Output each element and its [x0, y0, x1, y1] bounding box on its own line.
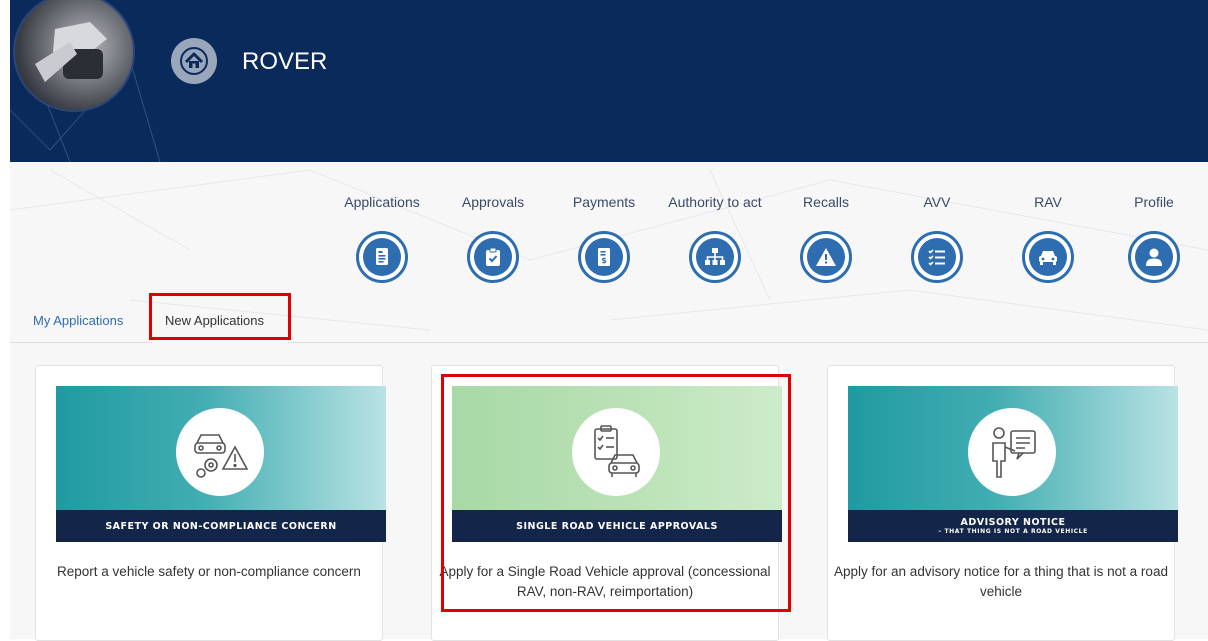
- active-tab-underline-gap: [152, 341, 288, 344]
- card-image: SAFETY OR NON-COMPLIANCE CONCERN: [56, 386, 386, 542]
- card-single-road-vehicle-approvals[interactable]: SINGLE ROAD VEHICLE APPROVALS Apply for …: [431, 365, 782, 641]
- nav-approvals[interactable]: Approvals: [443, 194, 543, 283]
- home-icon: [180, 47, 208, 75]
- user-icon: [1128, 231, 1180, 283]
- card-band: ADVISORY NOTICE – THAT THING IS NOT A RO…: [848, 510, 1178, 542]
- org-chart-icon: [689, 231, 741, 283]
- card-band: SINGLE ROAD VEHICLE APPROVALS: [452, 510, 782, 542]
- nav-avv[interactable]: AVV: [887, 194, 987, 283]
- card-description: Apply for a Single Road Vehicle approval…: [439, 564, 771, 599]
- nav-payments[interactable]: Payments $: [554, 194, 654, 283]
- car-icon: [1022, 231, 1074, 283]
- nav-label: Payments: [572, 194, 636, 210]
- checklist-car-icon: [572, 408, 660, 496]
- nav-rav[interactable]: RAV: [998, 194, 1098, 283]
- nav-label: Approvals: [461, 194, 525, 210]
- header-banner: ROVER: [10, 0, 1208, 162]
- card-advisory-notice[interactable]: ADVISORY NOTICE – THAT THING IS NOT A RO…: [827, 365, 1178, 641]
- nav-authority-to-act[interactable]: Authority to act: [665, 194, 765, 283]
- card-description: Apply for an advisory notice for a thing…: [834, 564, 1168, 599]
- nav-label: Recalls: [803, 194, 849, 210]
- presenter-icon: [968, 408, 1056, 496]
- nav-label: RAV: [1034, 194, 1062, 210]
- home-button[interactable]: [171, 38, 217, 84]
- card-title: SINGLE ROAD VEHICLE APPROVALS: [516, 520, 718, 532]
- highlight-box-new-applications: [149, 293, 291, 340]
- card-band: SAFETY OR NON-COMPLIANCE CONCERN: [56, 510, 386, 542]
- card-description: Report a vehicle safety or non-complianc…: [57, 564, 361, 579]
- nav-label: Profile: [1134, 194, 1174, 210]
- warning-icon: [800, 231, 852, 283]
- svg-text:$: $: [601, 256, 607, 265]
- nav-recalls[interactable]: Recalls: [776, 194, 876, 283]
- tab-my-applications[interactable]: My Applications: [33, 313, 123, 329]
- card-safety-concern[interactable]: SAFETY OR NON-COMPLIANCE CONCERN Report …: [35, 365, 386, 641]
- car-gears-warning-icon: [176, 408, 264, 496]
- clipboard-check-icon: [467, 231, 519, 283]
- nav-profile[interactable]: Profile: [1104, 194, 1204, 283]
- nav-label: Authority to act: [668, 194, 762, 210]
- card-image: SINGLE ROAD VEHICLE APPROVALS: [452, 386, 782, 542]
- app-title: ROVER: [242, 48, 328, 75]
- document-icon: [356, 231, 408, 283]
- checklist-icon: [911, 231, 963, 283]
- invoice-dollar-icon: $: [578, 231, 630, 283]
- nav-label: AVV: [923, 194, 951, 210]
- card-subtitle: – THAT THING IS NOT A ROAD VEHICLE: [938, 527, 1088, 535]
- nav-applications[interactable]: Applications: [332, 194, 432, 283]
- nav-label: Applications: [344, 194, 420, 210]
- card-title: SAFETY OR NON-COMPLIANCE CONCERN: [105, 520, 337, 532]
- card-image: ADVISORY NOTICE – THAT THING IS NOT A RO…: [848, 386, 1178, 542]
- card-title: ADVISORY NOTICE: [960, 516, 1066, 528]
